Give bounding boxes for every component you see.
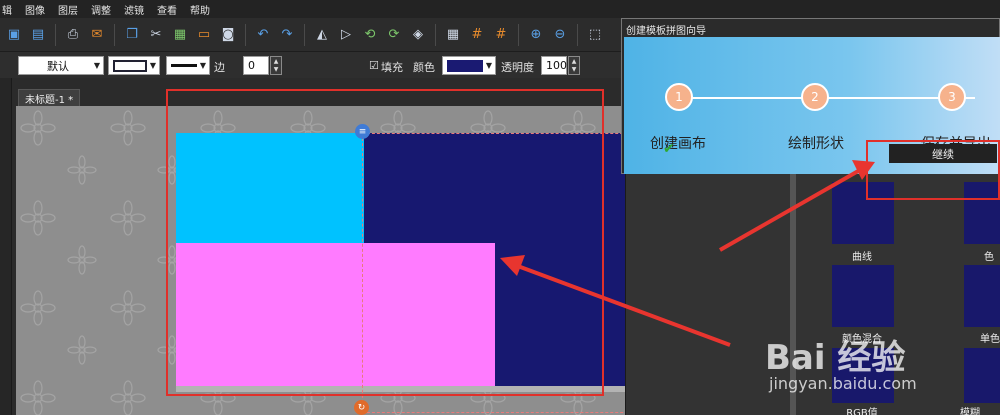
opacity-input[interactable]: 100 <box>541 56 567 75</box>
menu-view[interactable]: 查看 <box>157 2 177 17</box>
grid-orange-icon[interactable]: # <box>467 25 487 45</box>
redo-icon[interactable]: ↷ <box>277 25 297 45</box>
effect-label-curve: 曲线 <box>852 252 872 263</box>
cut-icon[interactable]: ✂ <box>146 25 166 45</box>
toolbar-divider <box>435 23 436 46</box>
menu-filter[interactable]: 滤镜 <box>124 2 144 17</box>
menu-image[interactable]: 图像 <box>25 2 45 17</box>
menu-edit[interactable]: 辑 <box>2 2 12 17</box>
toolbar-divider <box>114 23 115 46</box>
zoom-in-icon[interactable]: ⊕ <box>526 25 546 45</box>
fill-color-select[interactable]: ▼ <box>442 56 496 75</box>
rotate-left-icon[interactable]: ⟲ <box>360 25 380 45</box>
fill-color-swatch <box>447 59 483 72</box>
opacity-label: 透明度 <box>501 61 534 74</box>
edge-value: 0 <box>248 59 255 72</box>
baidu-url: jingyan.baidu.com <box>769 374 917 393</box>
tool-strip <box>0 78 12 415</box>
line-width-swatch <box>171 64 197 67</box>
line-width-select[interactable]: ▼ <box>166 56 210 75</box>
menu-help[interactable]: 帮助 <box>190 2 210 17</box>
select-icon[interactable]: ⬚ <box>585 25 605 45</box>
chevron-down-icon: ▼ <box>485 61 492 70</box>
toolbar-divider <box>304 23 305 46</box>
annotation-box-continue <box>866 140 1000 200</box>
rotate-handle-icon[interactable]: ↻ <box>354 400 369 415</box>
undo-icon[interactable]: ↶ <box>253 25 273 45</box>
opacity-stepper[interactable]: ▲ ▼ <box>568 56 580 75</box>
chevron-down-icon: ▼ <box>149 61 156 70</box>
edge-label: 边 <box>214 61 225 74</box>
grid-icon[interactable]: ▦ <box>443 25 463 45</box>
checkmark-icon: ✔ <box>663 141 675 157</box>
chevron-down-icon: ▼ <box>93 61 100 70</box>
zoom-out-icon[interactable]: ⊖ <box>550 25 570 45</box>
document-tab[interactable]: 未标题-1 * <box>18 89 81 106</box>
wizard-step-2-circle[interactable]: 2 <box>801 83 829 111</box>
blend-mode-value: 默认 <box>47 59 69 73</box>
save-icon[interactable]: ▣ <box>4 25 24 45</box>
print-icon[interactable]: ⎙ <box>63 25 83 45</box>
wizard-step-1-label: 创建画布 <box>650 136 706 152</box>
toolbar-divider <box>577 23 578 46</box>
toolbar-divider <box>55 23 56 46</box>
baidu-watermark: Bai 经验 jingyan.baidu.com <box>765 330 1000 415</box>
wizard-step-1-circle[interactable]: 1 <box>665 83 693 111</box>
layer-icon[interactable]: ▭ <box>194 25 214 45</box>
clear-icon[interactable]: ◙ <box>218 25 238 45</box>
stroke-style-swatch <box>113 59 147 72</box>
effect-thumb-color-mix[interactable] <box>832 265 894 327</box>
menu-adjust[interactable]: 调整 <box>91 2 111 17</box>
toolbar-divider <box>245 23 246 46</box>
properties-bar: 默认 ▼ ▼ ▼ 边 0 ▲ ▼ ☑ 填充 颜色 ▼ 透明度 100 ▲ ▼ <box>0 52 625 78</box>
fill-label: 填充 <box>381 61 403 74</box>
baidu-logo: Bai 经验 <box>765 338 906 378</box>
flip-vertical-icon[interactable]: ▷ <box>336 25 356 45</box>
paste-icon[interactable]: ▦ <box>170 25 190 45</box>
stroke-style-select[interactable]: ▼ <box>108 56 160 75</box>
annotation-box-canvas <box>166 89 604 396</box>
rotate-right-icon[interactable]: ⟳ <box>384 25 404 45</box>
grid-orange-2-icon[interactable]: # <box>491 25 511 45</box>
color-label: 颜色 <box>413 61 435 74</box>
fill-checkbox[interactable]: ☑ <box>369 59 379 72</box>
menu-bar: 辑 图像 图层 调整 滤镜 查看 帮助 <box>0 0 1000 18</box>
flip-horizontal-icon[interactable]: ◭ <box>312 25 332 45</box>
wizard-step-2-label: 绘制形状 <box>788 136 844 152</box>
toolbar-divider <box>518 23 519 46</box>
transform-icon[interactable]: ◈ <box>408 25 428 45</box>
email-icon[interactable]: ✉ <box>87 25 107 45</box>
opacity-value: 100 <box>546 59 567 72</box>
wizard-step-3-circle[interactable]: 3 <box>938 83 966 111</box>
edge-stepper[interactable]: ▲ ▼ <box>270 56 282 75</box>
chevron-down-icon: ▼ <box>199 61 206 70</box>
blend-mode-select[interactable]: 默认 ▼ <box>18 56 104 75</box>
edge-input[interactable]: 0 <box>243 56 269 75</box>
wizard-title: 创建模板拼图向导 <box>626 26 706 37</box>
save-as-icon[interactable]: ▤ <box>28 25 48 45</box>
copy-icon[interactable]: ❐ <box>122 25 142 45</box>
effect-thumb-mono[interactable] <box>964 265 1000 327</box>
menu-layer[interactable]: 图层 <box>58 2 78 17</box>
